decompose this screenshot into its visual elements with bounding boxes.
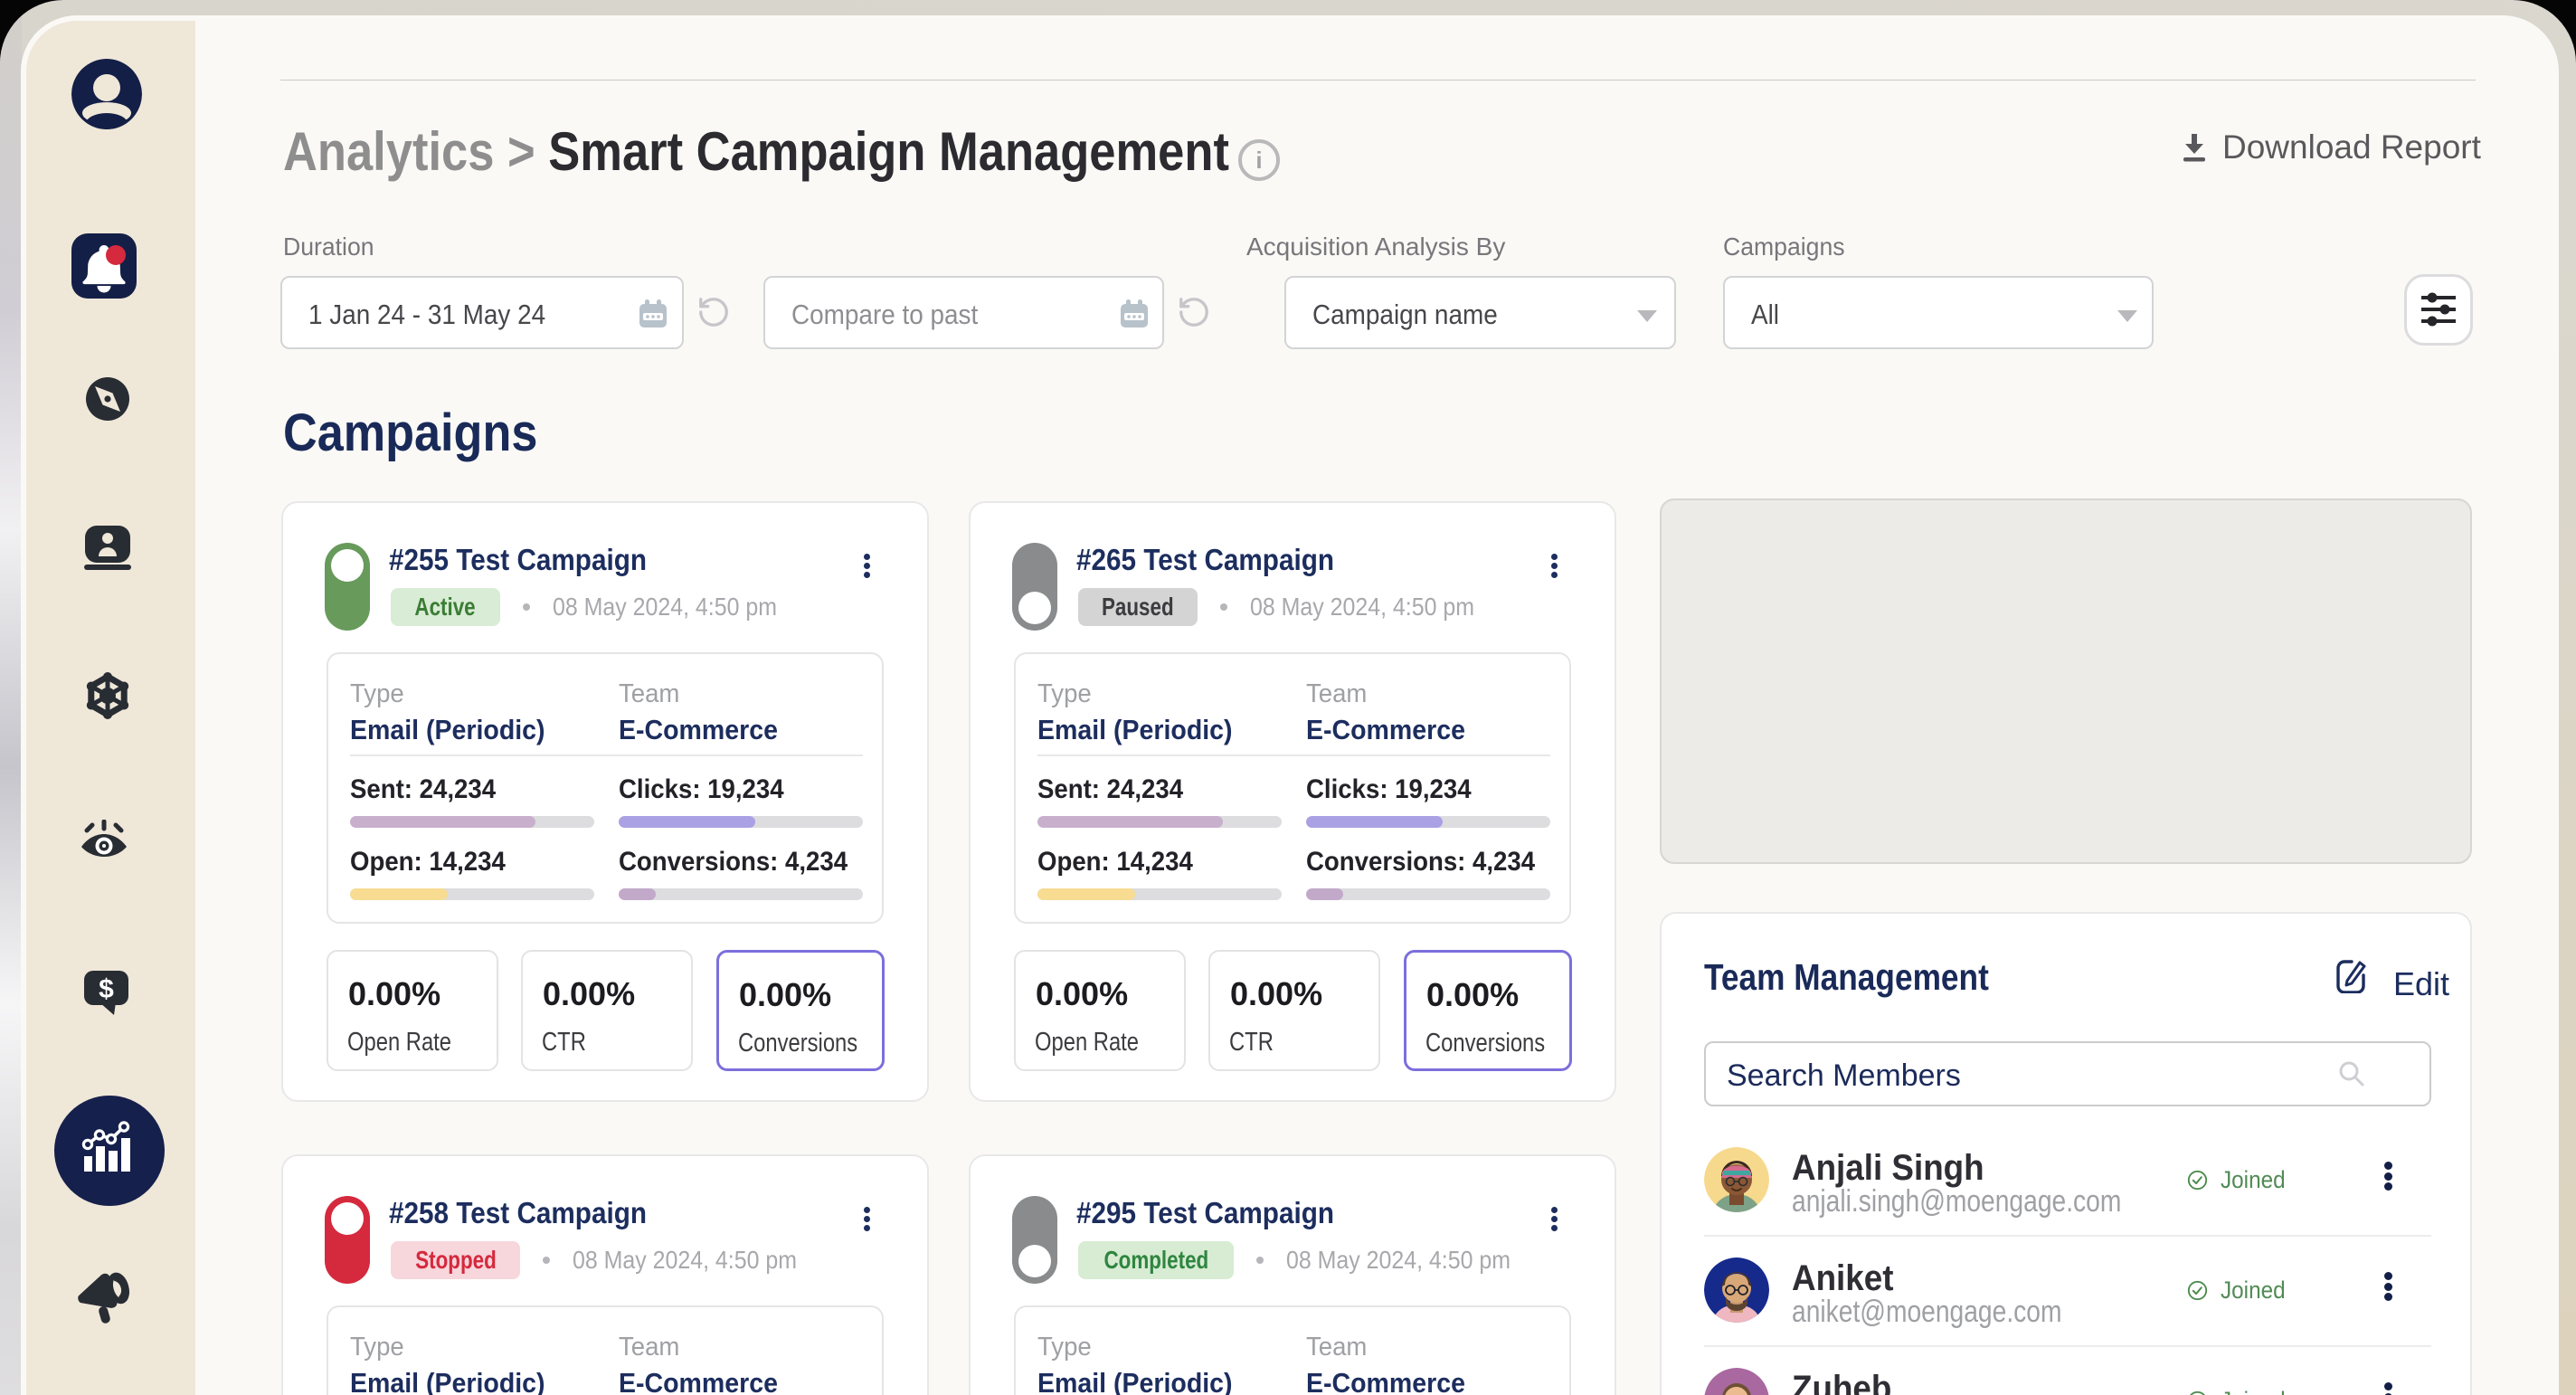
svg-text:$: $ <box>99 974 114 1004</box>
